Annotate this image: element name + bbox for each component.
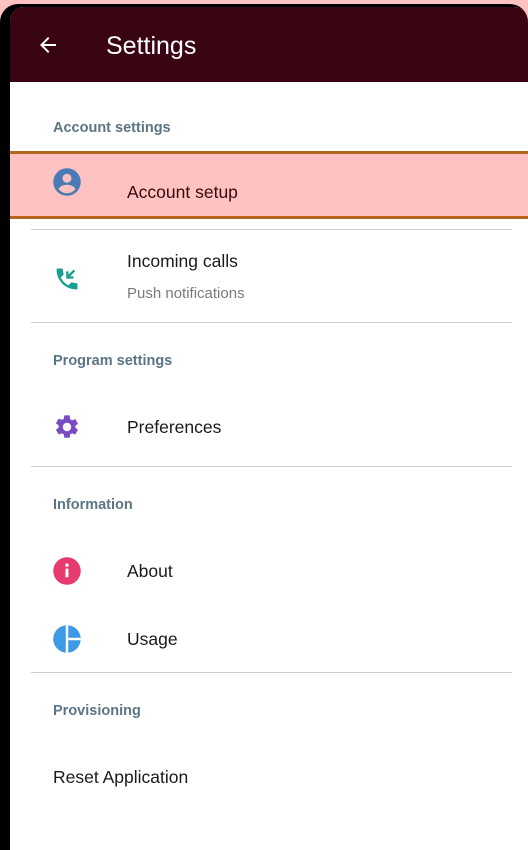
reset-application-label: Reset Application bbox=[53, 767, 189, 787]
pie-chart-icon bbox=[52, 624, 82, 654]
preferences-label: Preferences bbox=[127, 417, 222, 437]
account-circle-icon bbox=[52, 167, 82, 197]
section-header-information: Information bbox=[53, 497, 133, 513]
page-title: Settings bbox=[106, 32, 197, 60]
settings-list: Account settings Account setup Incoming … bbox=[10, 82, 528, 850]
settings-screen: Settings Account settings Account setup bbox=[10, 7, 528, 850]
section-header-provisioning: Provisioning bbox=[53, 703, 141, 719]
about-label: About bbox=[127, 561, 173, 581]
usage-label: Usage bbox=[127, 629, 178, 649]
incoming-calls-label: Incoming calls bbox=[127, 251, 238, 271]
back-button[interactable] bbox=[34, 31, 62, 59]
phone-incoming-icon bbox=[52, 264, 82, 294]
settings-item-preferences[interactable]: Preferences bbox=[10, 392, 528, 462]
settings-item-reset-application[interactable]: Reset Application bbox=[10, 742, 528, 812]
info-icon bbox=[52, 556, 82, 586]
app-bar: Settings bbox=[10, 7, 528, 82]
device-frame: Settings Account settings Account setup bbox=[0, 4, 528, 850]
settings-item-account-setup[interactable]: Account setup bbox=[10, 154, 528, 216]
divider bbox=[31, 466, 512, 467]
incoming-calls-sublabel: Push notifications bbox=[127, 285, 245, 302]
settings-item-incoming-calls[interactable]: Incoming calls Push notifications bbox=[10, 230, 528, 320]
gear-icon bbox=[52, 412, 82, 442]
account-setup-label: Account setup bbox=[127, 182, 238, 202]
arrow-left-icon bbox=[40, 37, 56, 53]
divider bbox=[31, 672, 512, 673]
settings-item-about[interactable]: About bbox=[10, 537, 528, 605]
settings-item-usage[interactable]: Usage bbox=[10, 605, 528, 673]
section-header-program-settings: Program settings bbox=[53, 353, 173, 369]
section-header-account-settings: Account settings bbox=[53, 120, 171, 136]
divider bbox=[31, 322, 512, 323]
